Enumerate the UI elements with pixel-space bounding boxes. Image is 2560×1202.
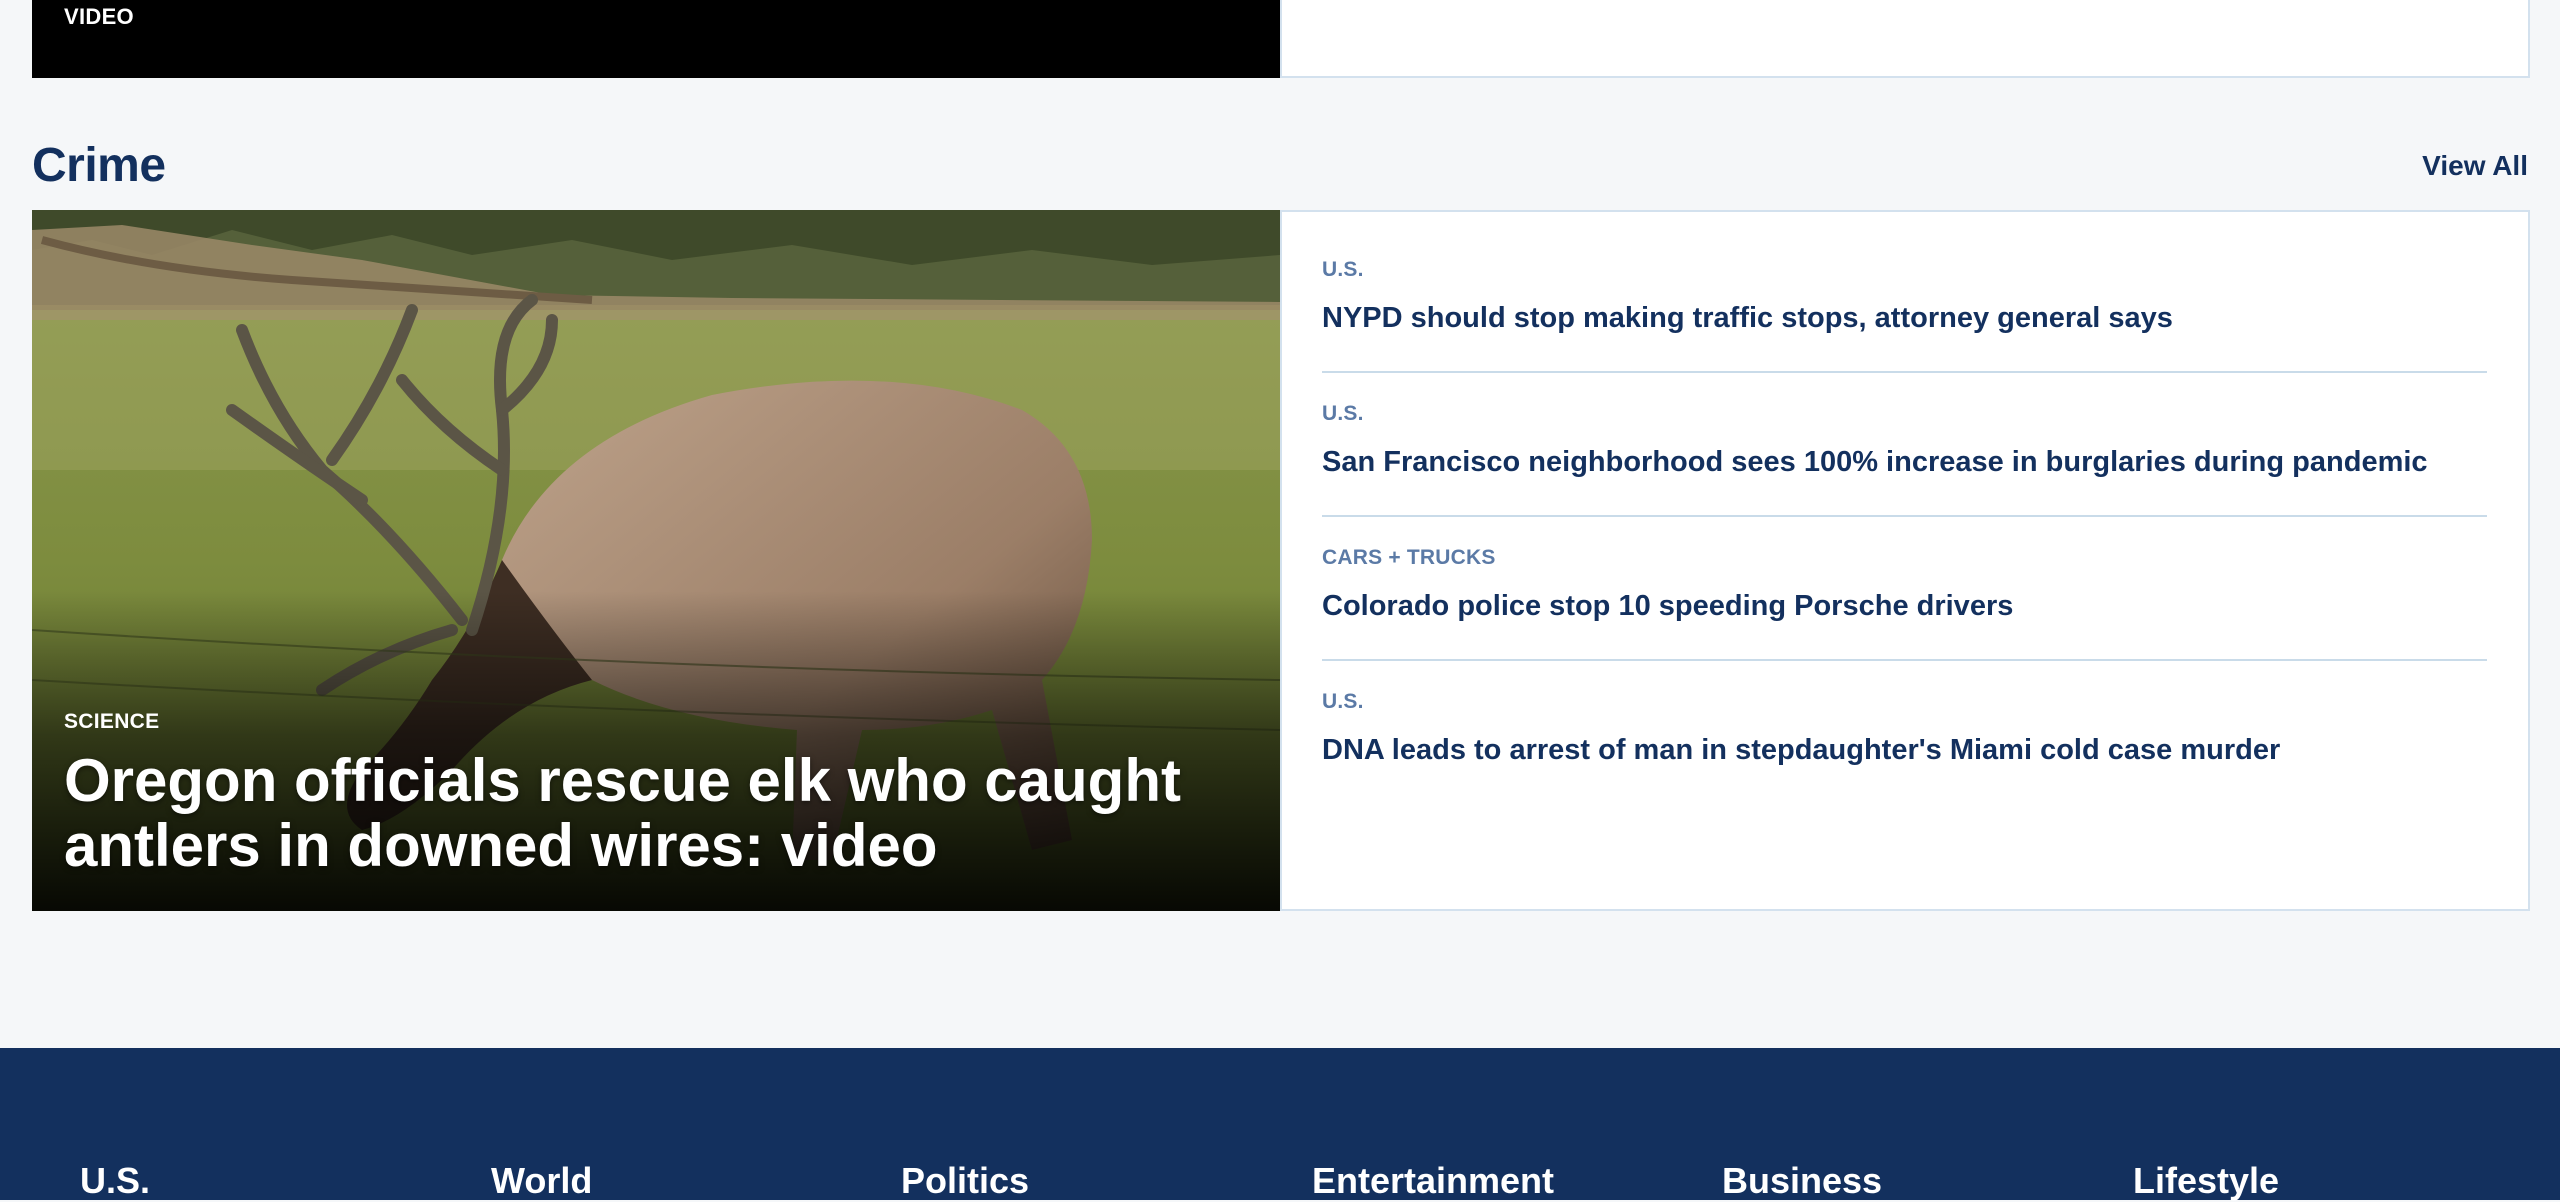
footer-link-us[interactable]: U.S. xyxy=(80,1160,150,1202)
feature-story-card[interactable]: SCIENCE Oregon officials rescue elk who … xyxy=(32,210,1280,911)
footer-link-entertainment[interactable]: Entertainment xyxy=(1312,1160,1554,1202)
feature-category[interactable]: SCIENCE xyxy=(64,710,159,734)
story-title[interactable]: NYPD should stop making traffic stops, a… xyxy=(1322,302,2173,335)
story-category[interactable]: U.S. xyxy=(1322,258,1364,282)
feature-headline[interactable]: Oregon officials rescue elk who caught a… xyxy=(64,748,1214,878)
section-title: Crime xyxy=(32,139,166,192)
story-title[interactable]: DNA leads to arrest of man in stepdaught… xyxy=(1322,734,2280,767)
story-category[interactable]: CARS + TRUCKS xyxy=(1322,546,1496,570)
footer-link-lifestyle[interactable]: Lifestyle xyxy=(2133,1160,2279,1202)
story-list: U.S. NYPD should stop making traffic sto… xyxy=(1280,210,2530,911)
footer-link-business[interactable]: Business xyxy=(1722,1160,1882,1202)
story-title[interactable]: San Francisco neighborhood sees 100% inc… xyxy=(1322,446,2428,479)
footer-link-world[interactable]: World xyxy=(491,1160,592,1202)
divider xyxy=(1322,515,2487,517)
story-category[interactable]: U.S. xyxy=(1322,402,1364,426)
previous-video-card[interactable]: VIDEO xyxy=(32,0,1280,78)
divider xyxy=(1322,659,2487,661)
story-title[interactable]: Colorado police stop 10 speeding Porsche… xyxy=(1322,590,2013,623)
divider xyxy=(1322,371,2487,373)
story-category[interactable]: U.S. xyxy=(1322,690,1364,714)
video-label: VIDEO xyxy=(64,4,134,29)
view-all-link[interactable]: View All xyxy=(2422,150,2528,182)
footer-link-politics[interactable]: Politics xyxy=(901,1160,1029,1202)
site-footer: U.S. World Politics Entertainment Busine… xyxy=(0,1048,2560,1202)
previous-story-list xyxy=(1280,0,2530,78)
